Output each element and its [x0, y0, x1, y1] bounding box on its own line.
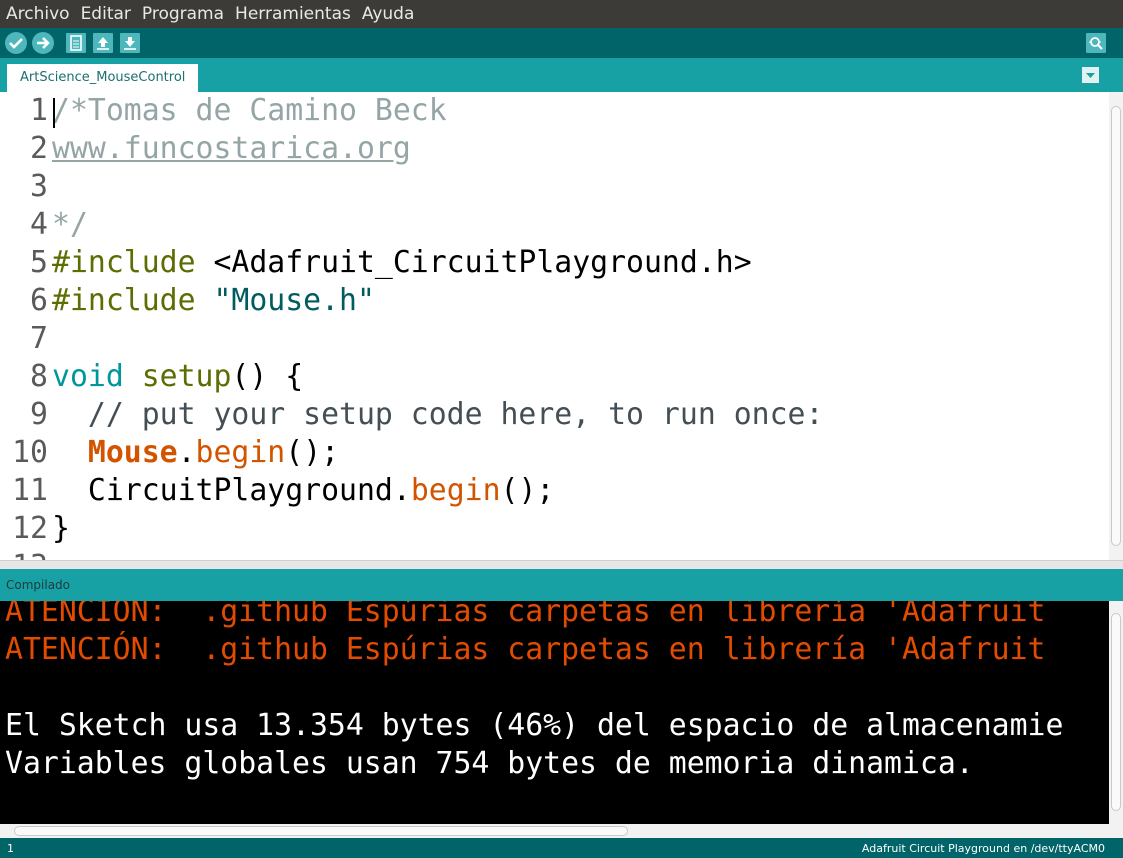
- line-number: 3: [30, 169, 48, 204]
- code-keyword: #include: [52, 245, 196, 280]
- code-line: 2 www.funcostarica.org: [0, 130, 411, 168]
- tab-sketch[interactable]: ArtScience_MouseControl: [7, 64, 199, 92]
- code-keyword: #include: [52, 283, 196, 318]
- document-icon: [70, 35, 82, 51]
- magnifier-icon: [1089, 37, 1103, 50]
- code-link[interactable]: www.funcostarica.org: [48, 131, 411, 166]
- code-text: ();: [285, 435, 340, 470]
- line-number: 9: [30, 397, 48, 432]
- code-line: 11 CircuitPlayground.begin();: [0, 472, 554, 510]
- arrow-down-icon: [124, 37, 136, 50]
- line-number: 4: [30, 207, 48, 242]
- console-output: ATENCIÓN: .github Espúrias carpetas en l…: [0, 601, 1109, 824]
- code-text: .: [177, 435, 196, 470]
- code-text: CircuitPlayground: [87, 473, 393, 508]
- line-number: 7: [30, 321, 48, 356]
- line-indicator: 1: [7, 842, 14, 855]
- code-line: 5 #include <Adafruit_CircuitPlayground.h>: [0, 244, 752, 282]
- code-text: }: [52, 511, 70, 546]
- serial-monitor-button[interactable]: [1086, 33, 1106, 53]
- line-number: 12: [12, 511, 48, 546]
- console-scrollbar[interactable]: [1109, 601, 1123, 824]
- menu-programa[interactable]: Programa: [136, 0, 229, 28]
- console-line: ATENCIÓN: .github Espúrias carpetas en l…: [5, 632, 1046, 667]
- toolbar: [0, 28, 1123, 58]
- code-type: void: [52, 359, 124, 394]
- code-string: "Mouse.h": [213, 283, 375, 318]
- open-button[interactable]: [93, 33, 113, 53]
- menu-bar: Archivo Editar Programa Herramientas Ayu…: [0, 0, 1123, 28]
- code-text: ();: [500, 473, 555, 508]
- code-line: 13: [0, 548, 48, 560]
- code-editor[interactable]: 1/*Tomas de Camino Beck 2 www.funcostaric…: [0, 92, 1109, 560]
- tab-strip: ArtScience_MouseControl: [0, 58, 1123, 92]
- code-line: 7: [0, 320, 48, 358]
- save-button[interactable]: [120, 33, 140, 53]
- menu-archivo[interactable]: Archivo: [0, 0, 75, 28]
- line-number: 13: [0, 548, 48, 560]
- code-line: 1/*Tomas de Camino Beck: [0, 92, 447, 130]
- line-number: 1: [30, 93, 48, 128]
- code-text: <Adafruit_CircuitPlayground.h>: [195, 245, 752, 280]
- menu-herramientas[interactable]: Herramientas: [229, 0, 356, 28]
- check-icon: [9, 38, 23, 49]
- chevron-down-icon: [1086, 73, 1095, 78]
- verify-button[interactable]: [5, 32, 27, 54]
- line-number: 2: [30, 131, 48, 166]
- code-text: */: [52, 207, 88, 242]
- new-sketch-button[interactable]: [66, 33, 86, 53]
- arrow-right-icon: [37, 37, 50, 49]
- code-line: 4 */: [0, 206, 88, 244]
- code-line: 8 void setup() {: [0, 358, 303, 396]
- console-horizontal-scrollbar[interactable]: [0, 824, 1123, 838]
- editor-scrollbar[interactable]: [1109, 92, 1123, 560]
- status-strip: Compilado: [0, 569, 1123, 601]
- line-number: 5: [30, 245, 48, 280]
- code-line: 12}: [0, 510, 70, 548]
- menu-ayuda[interactable]: Ayuda: [356, 0, 420, 28]
- console-line: Variables globales usan 754 bytes de mem…: [5, 746, 974, 781]
- code-comment: // put your setup code here, to run once…: [52, 397, 824, 432]
- code-line: 10 Mouse.begin();: [0, 434, 339, 472]
- console-horizontal-scrollbar-thumb[interactable]: [14, 826, 628, 836]
- code-text: .: [392, 473, 411, 508]
- code-line: 6 #include "Mouse.h": [0, 282, 375, 320]
- code-text: () {: [231, 359, 304, 394]
- tab-menu-button[interactable]: [1082, 67, 1099, 83]
- console-line: El Sketch usa 13.354 bytes (46%) del esp…: [5, 708, 1064, 743]
- line-number: 6: [30, 283, 48, 318]
- code-line: 9 // put your setup code here, to run on…: [0, 396, 823, 434]
- line-number: 8: [30, 359, 48, 394]
- line-number: 11: [12, 473, 48, 508]
- upload-button[interactable]: [32, 32, 54, 54]
- console-scrollbar-thumb[interactable]: [1111, 613, 1121, 811]
- code-function: begin: [410, 473, 501, 508]
- code-text: /*Tomas de Camino Beck: [52, 93, 447, 128]
- code-function: begin: [195, 435, 286, 470]
- text-caret: [53, 98, 55, 128]
- console-line: ATENCIÓN: .github Espúrias carpetas en l…: [5, 601, 1046, 629]
- bottom-status-bar: 1 Adafruit Circuit Playground en /dev/tt…: [0, 838, 1123, 858]
- code-function: setup: [141, 359, 232, 394]
- editor-scrollbar-thumb[interactable]: [1111, 106, 1121, 546]
- code-class: Mouse: [87, 435, 178, 470]
- code-line: 3: [0, 168, 48, 206]
- line-number: 10: [12, 435, 48, 470]
- menu-editar[interactable]: Editar: [75, 0, 136, 28]
- board-port-info: Adafruit Circuit Playground en /dev/ttyA…: [861, 842, 1105, 855]
- arrow-up-icon: [97, 37, 109, 50]
- status-message: Compilado: [6, 578, 71, 592]
